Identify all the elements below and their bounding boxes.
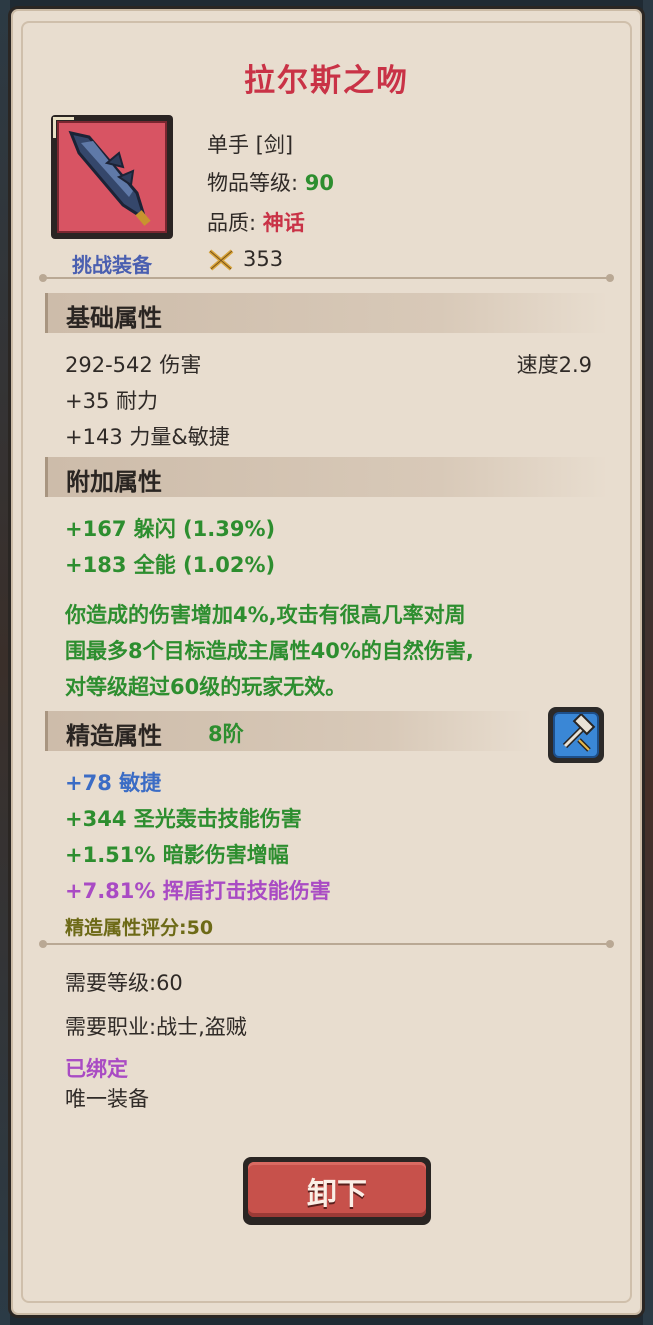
- item-quality-label: 品质:: [207, 211, 257, 235]
- divider-top: [39, 274, 614, 282]
- crafting-score: 精造属性评分:50: [65, 917, 214, 939]
- bonus-effect-description: 你造成的伤害增加4%,攻击有很高几率对周 围最多8个目标造成主属性40%的自然伤…: [65, 597, 613, 705]
- required-level: 需要等级:60: [65, 971, 183, 995]
- base-damage: 292-542 伤害: [65, 353, 202, 377]
- bonus-effect-line: 你造成的伤害增加4%,攻击有很高几率对周: [65, 603, 466, 627]
- bonus-stat: +183 全能 (1.02%): [65, 553, 276, 577]
- bonus-attributes-header: 附加属性: [45, 457, 608, 497]
- base-attributes-header: 基础属性: [45, 293, 608, 333]
- divider-bottom: [39, 940, 614, 948]
- crafting-stat: +78 敏捷: [65, 771, 162, 795]
- base-stat: +35 耐力: [65, 389, 158, 413]
- bonus-stat: +167 躲闪 (1.39%): [65, 517, 276, 541]
- item-quality-value: 神话: [262, 211, 305, 235]
- bonus-attributes-title: 附加属性: [66, 468, 162, 496]
- required-classes: 需要职业:战士,盗贼: [65, 1015, 247, 1039]
- item-slot[interactable]: [51, 115, 173, 239]
- item-caption: 挑战装备: [72, 253, 152, 277]
- hammer-icon: [562, 714, 596, 752]
- bound-status: 已绑定: [65, 1057, 128, 1081]
- crafting-stat: +7.81% 挥盾打击技能伤害: [65, 879, 331, 903]
- sword-icon: [68, 130, 151, 226]
- item-type: 单手 [剑]: [207, 133, 294, 157]
- item-score-value: 353: [243, 247, 284, 271]
- unequip-button-label: 卸下: [307, 1177, 367, 1212]
- item-score-row: 353: [207, 247, 283, 272]
- item-level-label: 物品等级:: [207, 171, 299, 195]
- base-attributes-title: 基础属性: [66, 304, 162, 332]
- crafting-stat: +344 圣光轰击技能伤害: [65, 807, 302, 831]
- item-level-value: 90: [304, 171, 334, 195]
- craft-button-face: [553, 712, 599, 758]
- item-name: 拉尔斯之吻: [244, 63, 409, 99]
- unequip-button[interactable]: 卸下: [243, 1157, 431, 1225]
- craft-button[interactable]: [548, 707, 604, 763]
- item-level-row: 物品等级: 90: [207, 167, 334, 197]
- base-stat: +143 力量&敏捷: [65, 425, 230, 449]
- item-corner-ornament: [53, 117, 74, 138]
- crossed-swords-icon: [208, 249, 234, 271]
- bonus-effect-line: 对等级超过60级的玩家无效。: [65, 675, 347, 699]
- base-speed: 速度2.9: [516, 353, 592, 377]
- crafting-attributes-title: 精造属性: [66, 722, 162, 750]
- crafting-tier: 8阶: [208, 722, 244, 746]
- bonus-effect-line: 围最多8个目标造成主属性40%的自然伤害,: [65, 639, 474, 663]
- item-tooltip-panel: 拉尔斯之吻 挑战装备 单手 [剑] 物品等级: 90 品质: 神话 353 基础…: [8, 6, 645, 1318]
- crafting-attributes-header: 精造属性 8阶: [45, 711, 532, 751]
- crafting-stat: +1.51% 暗影伤害增幅: [65, 843, 289, 867]
- unique-equipment: 唯一装备: [65, 1087, 149, 1111]
- item-quality-row: 品质: 神话: [207, 207, 305, 237]
